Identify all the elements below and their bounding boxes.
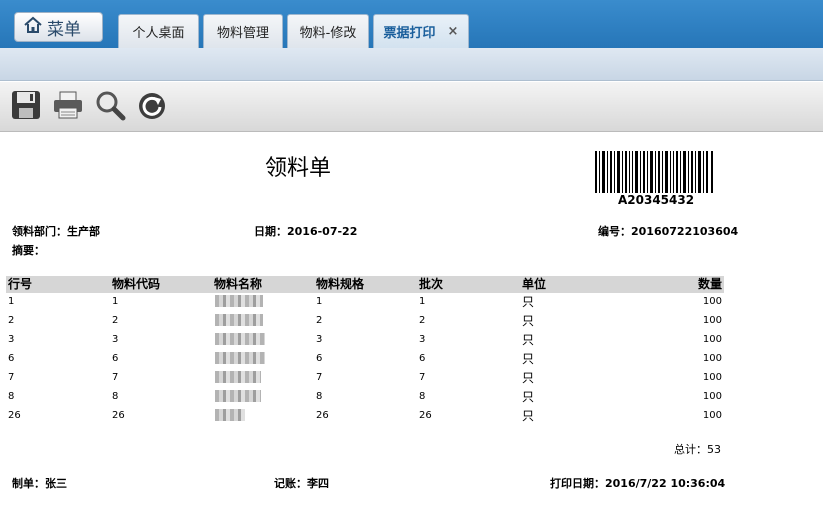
table-cell-batch: 1 [419, 296, 426, 307]
refresh-button[interactable] [136, 91, 168, 123]
table-cell-spec: 2 [316, 315, 323, 326]
table-cell-code: 1 [112, 296, 119, 307]
table-cell-line: 3 [8, 334, 15, 345]
barcode-number: A20345432 [618, 193, 695, 207]
table-cell-code: 8 [112, 391, 119, 402]
table-cell-qty: 100 [702, 353, 722, 364]
preview-button[interactable] [94, 91, 126, 123]
table-cell-spec: 26 [316, 410, 329, 421]
table-cell-unit: 只 [522, 390, 535, 404]
refresh-icon [136, 89, 168, 125]
table-cell-unit: 只 [522, 352, 535, 366]
table-cell-qty: 100 [702, 296, 722, 307]
sub-bar [0, 48, 823, 81]
barcode-image [595, 151, 713, 193]
table-cell-batch: 26 [419, 410, 432, 421]
table-cell-qty: 100 [702, 334, 722, 345]
table-cell-code: 26 [112, 410, 125, 421]
blurred-material-name [215, 295, 263, 307]
menu-button[interactable]: 菜单 [14, 12, 103, 42]
column-header: 单位 [522, 277, 547, 291]
table-cell-qty: 100 [702, 315, 722, 326]
blurred-material-name [215, 371, 261, 383]
top-bar: 菜单 个人桌面 物料管理 物料-修改 票据打印 × [0, 0, 823, 48]
table-cell-spec: 6 [316, 353, 323, 364]
table-cell-unit: 只 [522, 371, 535, 385]
column-header: 数量 [697, 277, 722, 291]
table-cell-line: 2 [8, 315, 15, 326]
table-cell-spec: 7 [316, 372, 323, 383]
table-cell-batch: 3 [419, 334, 426, 345]
tab-label: 物料-修改 [299, 26, 357, 41]
table-header: 行号 物料代码 物料名称 物料规格 批次 单位 数量 [6, 276, 724, 293]
table-cell-batch: 6 [419, 353, 426, 364]
column-header: 物料规格 [316, 277, 365, 291]
table-cell-line: 6 [8, 353, 15, 364]
table-cell-qty: 100 [702, 372, 722, 383]
summary-label: 摘要： [12, 244, 45, 257]
print-preview-document: 领料单 A20345432 领料部门：生产部 日期：2016-07-22 编号：… [0, 133, 823, 530]
save-icon [10, 89, 42, 125]
table-cell-code: 2 [112, 315, 119, 326]
table-cell-line: 1 [8, 296, 15, 307]
tab-label: 票据打印 [383, 26, 436, 41]
print-date-label: 打印日期：2016/7/22 10:36:04 [550, 477, 726, 490]
tab-label: 个人桌面 [132, 26, 185, 41]
table-cell-line: 8 [8, 391, 15, 402]
table-cell-batch: 2 [419, 315, 426, 326]
table-cell-qty: 100 [702, 391, 722, 402]
column-header: 行号 [8, 277, 33, 291]
tab-personal-desktop[interactable]: 个人桌面 [118, 14, 199, 48]
table-cell-unit: 只 [522, 333, 535, 347]
table-cell-code: 6 [112, 353, 119, 364]
menu-label: 菜单 [47, 19, 81, 40]
table-cell-batch: 7 [419, 372, 426, 383]
table-cell-line: 7 [8, 372, 15, 383]
table-cell-unit: 只 [522, 409, 535, 423]
table-cell-qty: 100 [702, 410, 722, 421]
column-header: 物料代码 [112, 277, 161, 291]
print-icon [52, 89, 84, 125]
bookkeeper-label: 记账：李四 [274, 477, 329, 490]
tab-material-edit[interactable]: 物料-修改 [287, 14, 369, 48]
date-label: 日期：2016-07-22 [254, 225, 358, 238]
table-cell-spec: 1 [316, 296, 323, 307]
department-label: 领料部门：生产部 [12, 225, 100, 238]
tab-label: 物料管理 [216, 26, 269, 41]
blurred-material-name [215, 390, 261, 402]
save-button[interactable] [10, 89, 42, 125]
tab-receipt-print[interactable]: 票据打印 × [373, 14, 469, 48]
document-number: 编号：20160722103604 [598, 225, 739, 238]
print-button[interactable] [52, 91, 84, 123]
magnifier-icon [94, 89, 126, 125]
table-cell-spec: 3 [316, 334, 323, 345]
table-cell-spec: 8 [316, 391, 323, 402]
tab-material-management[interactable]: 物料管理 [203, 14, 283, 48]
table-cell-batch: 8 [419, 391, 426, 402]
table-cell-code: 7 [112, 372, 119, 383]
tab-close-icon[interactable]: × [448, 24, 459, 39]
total-label: 总计：53 [674, 443, 721, 456]
document-title: 领料单 [265, 156, 332, 181]
maker-label: 制单：张三 [12, 477, 67, 490]
table-cell-line: 26 [8, 410, 21, 421]
toolbar [0, 82, 823, 132]
blurred-material-name [215, 409, 245, 421]
blurred-material-name [215, 333, 265, 345]
table-cell-unit: 只 [522, 295, 535, 309]
home-icon [23, 16, 43, 38]
blurred-material-name [215, 352, 265, 364]
blurred-material-name [215, 314, 263, 326]
column-header: 批次 [419, 277, 444, 291]
table-cell-unit: 只 [522, 314, 535, 328]
column-header: 物料名称 [214, 277, 263, 291]
table-cell-code: 3 [112, 334, 119, 345]
